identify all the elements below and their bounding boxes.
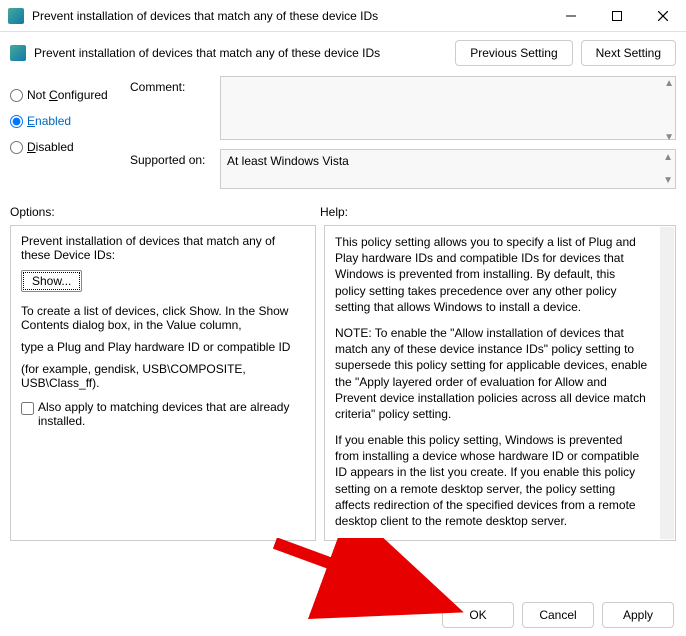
policy-title: Prevent installation of devices that mat… [34, 46, 447, 60]
header-row: Prevent installation of devices that mat… [0, 32, 686, 70]
help-p4: If you disable or do not configure this … [335, 539, 649, 541]
scroll-up-icon: ▲ [664, 78, 674, 89]
help-label: Help: [320, 205, 676, 219]
options-line1: To create a list of devices, click Show.… [21, 304, 305, 332]
radio-not-configured-input[interactable] [10, 89, 23, 102]
radio-column: Not Configured Enabled Disabled [10, 76, 120, 193]
also-apply-row: Also apply to matching devices that are … [21, 400, 305, 428]
radio-disabled[interactable]: Disabled [10, 134, 120, 160]
maximize-button[interactable] [594, 0, 640, 32]
also-apply-checkbox[interactable] [21, 402, 34, 415]
options-label: Options: [10, 205, 320, 219]
cancel-button[interactable]: Cancel [522, 602, 594, 628]
options-line2: type a Plug and Play hardware ID or comp… [21, 340, 305, 354]
titlebar: Prevent installation of devices that mat… [0, 0, 686, 32]
footer: OK Cancel Apply [0, 602, 686, 628]
close-button[interactable] [640, 0, 686, 32]
apply-button[interactable]: Apply [602, 602, 674, 628]
radio-disabled-label: Disabled [27, 140, 74, 154]
scroll-down-icon: ▼ [664, 132, 674, 143]
panel-labels: Options: Help: [0, 199, 686, 221]
scroll-down-icon: ▼ [663, 175, 673, 186]
minimize-button[interactable] [548, 0, 594, 32]
panels: Prevent installation of devices that mat… [0, 221, 686, 549]
config-grid: Not Configured Enabled Disabled Comment:… [0, 70, 686, 199]
options-intro: Prevent installation of devices that mat… [21, 234, 305, 262]
ok-button[interactable]: OK [442, 602, 514, 628]
radio-enabled[interactable]: Enabled [10, 108, 120, 134]
comment-textarea[interactable] [220, 76, 676, 140]
options-panel: Prevent installation of devices that mat… [10, 225, 316, 541]
policy-icon [10, 45, 26, 61]
supported-on-label: Supported on: [130, 149, 220, 167]
help-p2: NOTE: To enable the "Allow installation … [335, 325, 649, 422]
maximize-icon [612, 11, 622, 21]
scroll-up-icon: ▲ [663, 152, 673, 163]
comment-label: Comment: [130, 76, 220, 94]
also-apply-label: Also apply to matching devices that are … [38, 400, 305, 428]
radio-disabled-input[interactable] [10, 141, 23, 154]
help-scrollbar[interactable] [660, 227, 674, 539]
show-button[interactable]: Show... [21, 270, 82, 292]
radio-enabled-input[interactable] [10, 115, 23, 128]
meta-column: Comment: ▲ ▼ Supported on: At least Wind… [130, 76, 676, 193]
window-title: Prevent installation of devices that mat… [32, 9, 548, 23]
help-panel: This policy setting allows you to specif… [324, 225, 676, 541]
supported-on-value: At least Windows Vista ▲ ▼ [220, 149, 676, 189]
minimize-icon [566, 11, 576, 21]
options-line3: (for example, gendisk, USB\COMPOSITE, US… [21, 362, 305, 390]
app-icon [8, 8, 24, 24]
next-setting-button[interactable]: Next Setting [581, 40, 676, 66]
previous-setting-button[interactable]: Previous Setting [455, 40, 572, 66]
help-p3: If you enable this policy setting, Windo… [335, 432, 649, 529]
radio-enabled-label: Enabled [27, 114, 71, 128]
close-icon [658, 11, 668, 21]
help-p1: This policy setting allows you to specif… [335, 234, 649, 315]
radio-not-configured[interactable]: Not Configured [10, 82, 120, 108]
radio-not-configured-label: Not Configured [27, 88, 108, 102]
